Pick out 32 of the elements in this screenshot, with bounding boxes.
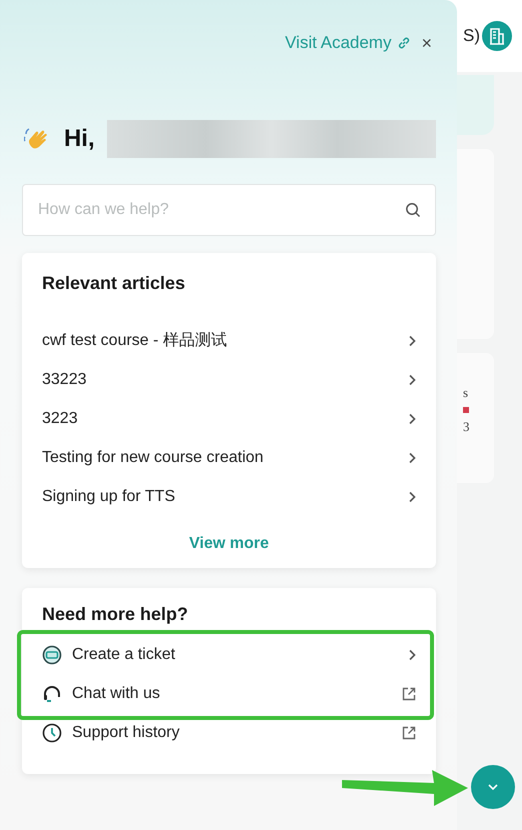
search-field[interactable]: How can we help? — [22, 184, 436, 236]
headset-icon — [42, 684, 62, 704]
link-icon — [397, 36, 412, 50]
chevron-icon — [408, 374, 416, 386]
external-link-icon — [402, 686, 416, 700]
chevron-icon — [408, 334, 416, 346]
article-item[interactable]: Signing up for TTS — [42, 477, 416, 516]
help-option[interactable]: Create a ticket — [42, 635, 416, 674]
chevron-icon — [408, 490, 416, 502]
building-avatar-icon[interactable] — [482, 21, 512, 51]
chevron-down-icon — [487, 783, 499, 791]
section-title: Need more help? — [42, 604, 190, 625]
ticket-icon — [42, 644, 62, 664]
close-button[interactable]: × — [419, 32, 434, 54]
article-item[interactable]: 3223 — [42, 399, 416, 438]
chevron-icon — [408, 412, 416, 424]
article-item[interactable]: 33223 — [42, 360, 416, 399]
chevron-icon — [408, 452, 416, 464]
partial-text: 3 — [463, 419, 470, 435]
article-item[interactable]: cwf test course - 样品测试 — [42, 321, 416, 360]
partial-text: s — [463, 385, 470, 401]
help-option[interactable]: Chat with us — [42, 674, 416, 713]
clock-icon — [42, 722, 62, 742]
greeting: Hi, — [64, 125, 95, 153]
help-option[interactable]: Support history — [42, 713, 416, 752]
article-item[interactable]: Testing for new course creation — [42, 438, 416, 477]
search-icon — [405, 202, 421, 218]
account-label: S) — [463, 26, 480, 46]
chevron-icon — [408, 648, 416, 660]
section-title: Relevant articles — [42, 273, 186, 294]
external-link-icon — [402, 726, 416, 740]
collapse-button[interactable] — [471, 765, 515, 809]
